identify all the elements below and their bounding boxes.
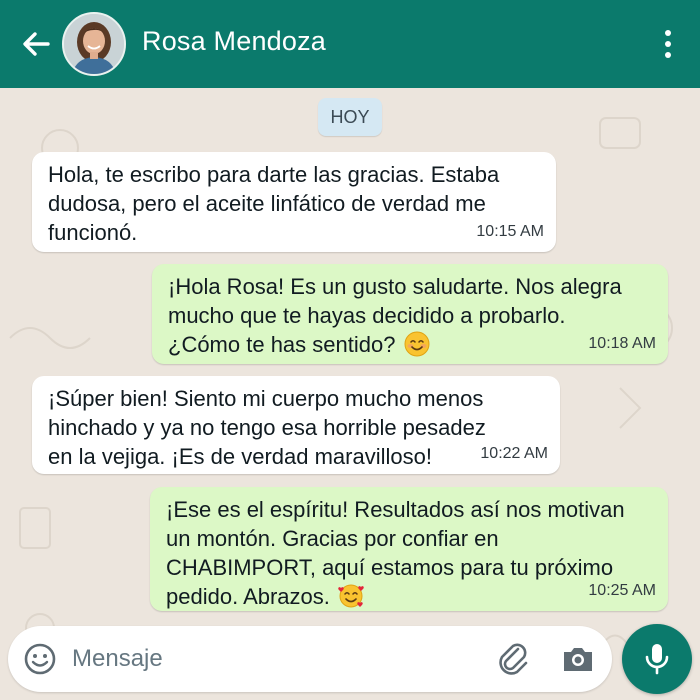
chat-header: Rosa Mendoza xyxy=(0,0,700,88)
message-bubble-incoming[interactable]: Hola, te escribo para darte las gracias.… xyxy=(32,152,556,252)
smiling-face-with-hearts-emoji xyxy=(338,584,364,608)
message-text-line: mucho que te hayas decidido a probarlo. xyxy=(168,303,566,328)
message-text-row: ¿Cómo te has sentido? xyxy=(168,330,652,359)
microphone-icon xyxy=(645,644,669,675)
message-text-row: pedido. Abrazos. xyxy=(166,582,652,611)
emoji-icon[interactable] xyxy=(22,641,58,677)
message-text-line: en la vejiga. ¡Es de verdad maravilloso! xyxy=(48,444,432,469)
contact-photo xyxy=(64,14,124,74)
message-text-line: un montón. Gracias por confiar en xyxy=(166,526,499,551)
contact-name[interactable]: Rosa Mendoza xyxy=(142,26,326,57)
smiling-face-emoji xyxy=(404,331,430,357)
more-options-button[interactable] xyxy=(658,26,678,62)
message-input[interactable] xyxy=(72,636,472,682)
chat-area[interactable]: HOY Hola, te escribo para darte las grac… xyxy=(0,88,700,700)
message-text-line: ¿Cómo te has sentido? xyxy=(168,332,396,357)
message-text-line: funcionó. xyxy=(48,220,138,245)
more-vertical-icon-dot xyxy=(665,52,671,58)
message-text-line: dudosa, pero el aceite linfático de verd… xyxy=(48,191,486,216)
date-chip: HOY xyxy=(318,98,382,136)
message-time: 10:15 AM xyxy=(476,223,544,240)
message-text-line: pedido. Abrazos. xyxy=(166,584,330,609)
message-text-line: Hola, te escribo para darte las gracias.… xyxy=(48,162,500,187)
camera-icon[interactable] xyxy=(560,641,596,677)
message-text-line: ¡Hola Rosa! Es un gusto saludarte. Nos a… xyxy=(168,274,622,299)
message-bubble-incoming[interactable]: ¡Súper bien! Siento mi cuerpo mucho meno… xyxy=(32,376,560,474)
message-time: 10:18 AM xyxy=(588,335,656,352)
message-bubble-outgoing[interactable]: ¡Ese es el espíritu! Resultados así nos … xyxy=(150,487,668,611)
back-button[interactable] xyxy=(18,24,54,64)
message-composer xyxy=(8,626,612,692)
more-vertical-icon xyxy=(665,30,671,36)
message-text-line: CHABIMPORT, aquí estamos para tu próximo xyxy=(166,555,614,580)
arrow-left-icon xyxy=(23,32,50,56)
message-text-line: ¡Súper bien! Siento mi cuerpo mucho meno… xyxy=(48,386,484,411)
message-time: 10:25 AM xyxy=(588,582,656,599)
message-text-line: hinchado y ya no tengo esa horrible pesa… xyxy=(48,415,486,440)
avatar[interactable] xyxy=(62,12,126,76)
more-vertical-icon-dot xyxy=(665,41,671,47)
message-bubble-outgoing[interactable]: ¡Hola Rosa! Es un gusto saludarte. Nos a… xyxy=(152,264,668,364)
microphone-button[interactable] xyxy=(622,624,692,694)
message-text-line: ¡Ese es el espíritu! Resultados así nos … xyxy=(166,497,625,522)
message-time: 10:22 AM xyxy=(480,445,548,462)
paperclip-icon[interactable] xyxy=(494,640,532,678)
